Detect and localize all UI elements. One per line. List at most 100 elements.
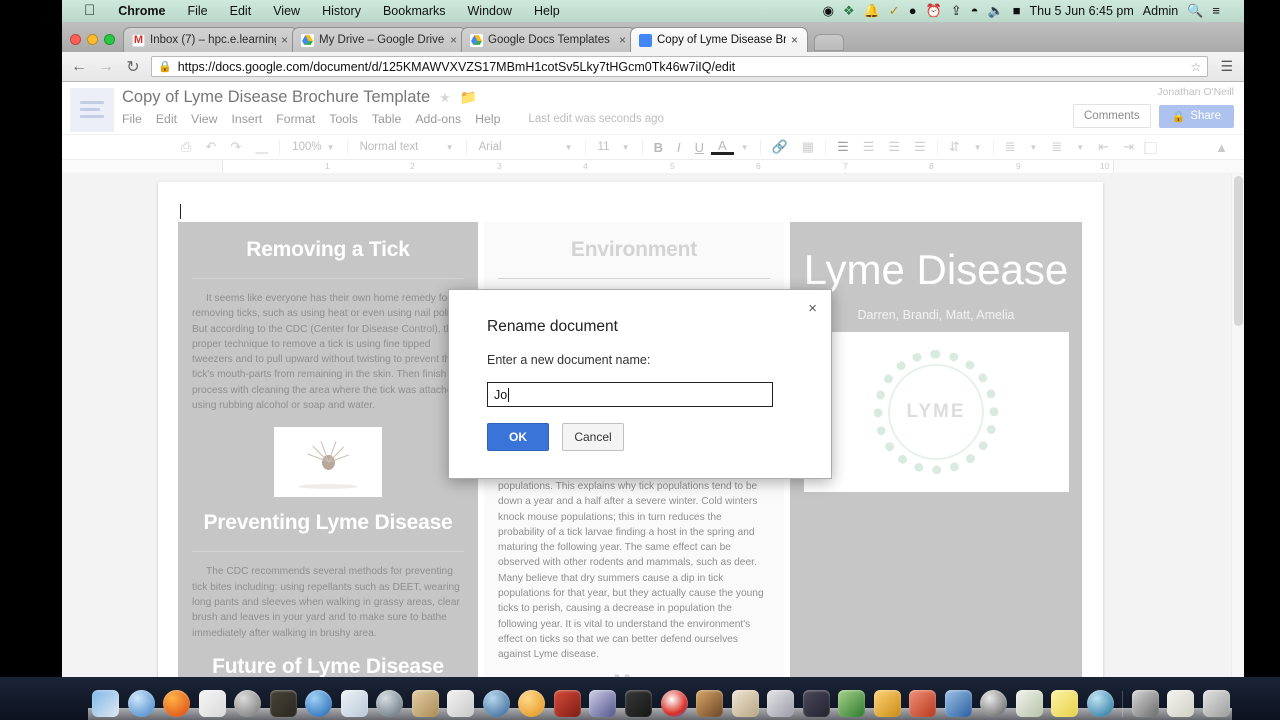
menu-item-bookmarks[interactable]: Bookmarks	[372, 0, 457, 22]
outlook-icon[interactable]	[873, 690, 901, 717]
clear-formatting-icon[interactable]: ⃞	[1150, 138, 1164, 157]
docs-menu-format[interactable]: Format	[276, 112, 323, 126]
contacts-icon[interactable]	[411, 690, 439, 717]
docs-menu-addons[interactable]: Add-ons	[415, 112, 469, 126]
back-arrow-icon[interactable]: ←	[70, 58, 88, 76]
timemachine-icon[interactable]: ⏰	[926, 0, 942, 22]
battery-icon[interactable]: ■	[1013, 0, 1021, 22]
star-icon[interactable]: ☆	[1191, 60, 1202, 74]
chrome-icon[interactable]	[660, 690, 688, 717]
terminal-icon[interactable]	[269, 690, 297, 717]
bluetooth-icon[interactable]: ⇪	[951, 0, 962, 22]
star-outline-icon[interactable]: ★	[439, 90, 451, 106]
docs-menu-help[interactable]: Help	[475, 112, 508, 126]
wifi-icon[interactable]: ◓	[971, 0, 979, 22]
menu-item-edit[interactable]: Edit	[219, 0, 263, 22]
paragraph-style-selector[interactable]: Normal text ▼	[352, 141, 462, 153]
collapse-toolbar-icon[interactable]: ▲	[1215, 140, 1228, 155]
menu-bar-clock[interactable]: Thu 5 Jun 6:45 pm	[1030, 4, 1134, 18]
stack-icon[interactable]: ●	[909, 0, 917, 22]
redo-icon[interactable]: ↷	[223, 139, 248, 155]
close-tab-icon[interactable]: ×	[791, 33, 801, 47]
bold-button[interactable]: B	[647, 140, 670, 155]
close-icon[interactable]: ×	[808, 300, 817, 317]
garageband-icon[interactable]	[696, 690, 724, 717]
chevron-down-icon[interactable]: ▼	[734, 143, 756, 152]
stickies-icon[interactable]	[1051, 690, 1079, 717]
zoom-selector[interactable]: 100% ▼	[284, 141, 342, 153]
account-name[interactable]: Jonathan O'Neill	[1073, 86, 1234, 98]
chevron-down-icon[interactable]: ▼	[967, 143, 989, 152]
docs-menu-file[interactable]: File	[122, 112, 150, 126]
line-spacing-icon[interactable]: ⇵	[942, 139, 967, 155]
safari-icon[interactable]	[127, 690, 155, 717]
maximize-window-button[interactable]	[104, 34, 115, 45]
document-scrollbar[interactable]	[1231, 174, 1244, 677]
paint-format-icon[interactable]: ⎽	[248, 139, 275, 155]
menu-item-view[interactable]: View	[262, 0, 311, 22]
decrease-indent-icon[interactable]: ⇤	[1091, 139, 1116, 155]
docs-menu-insert[interactable]: Insert	[231, 112, 270, 126]
docs-menu-table[interactable]: Table	[372, 112, 409, 126]
google-docs-logo[interactable]	[70, 88, 114, 132]
menu-item-window[interactable]: Window	[457, 0, 523, 22]
menu-item-history[interactable]: History	[311, 0, 372, 22]
finder-icon[interactable]	[92, 690, 119, 717]
ok-button[interactable]: OK	[487, 423, 549, 451]
bullet-list-icon[interactable]: ≣	[1044, 139, 1069, 155]
documents-stack-icon[interactable]	[1167, 690, 1195, 717]
insert-image-icon[interactable]: ▦	[795, 139, 821, 155]
calculator-icon[interactable]	[447, 690, 475, 717]
excel-icon[interactable]	[838, 690, 866, 717]
undo-icon[interactable]: ↶	[198, 139, 223, 155]
close-tab-icon[interactable]: ×	[450, 33, 460, 47]
dropbox-icon[interactable]: ❖	[843, 0, 855, 22]
pages-icon[interactable]	[1015, 690, 1043, 717]
imovie-icon[interactable]	[589, 690, 617, 717]
font-size-selector[interactable]: 11 ▼	[590, 141, 638, 153]
print-icon[interactable]: ⎙	[174, 139, 198, 155]
keynote-icon[interactable]	[767, 690, 795, 717]
docs-menu-tools[interactable]: Tools	[329, 112, 366, 126]
quicktime-icon[interactable]	[376, 690, 404, 717]
menu-item-file[interactable]: File	[176, 0, 218, 22]
apple-icon[interactable]: 	[78, 0, 107, 22]
mail-icon[interactable]	[731, 690, 759, 717]
align-center-icon[interactable]: ☰	[856, 139, 882, 155]
xcode-icon[interactable]	[234, 690, 262, 717]
forward-arrow-icon[interactable]: →	[97, 58, 115, 76]
align-justify-icon[interactable]: ☰	[907, 139, 933, 155]
document-ruler[interactable]: 1 2 3 4 5 6 7 8 9 10	[62, 160, 1244, 174]
notification-center-icon[interactable]: ≡	[1212, 0, 1220, 22]
text-color-button[interactable]: A	[710, 139, 734, 155]
new-tab-button[interactable]	[814, 34, 844, 51]
finalcut-icon[interactable]	[624, 690, 652, 717]
menu-bar-user[interactable]: Admin	[1143, 4, 1178, 18]
comments-button[interactable]: Comments	[1073, 104, 1151, 128]
systemprefs-icon[interactable]	[980, 690, 1008, 717]
facetime-icon[interactable]	[482, 690, 510, 717]
printer-icon[interactable]	[1131, 690, 1159, 717]
photoshop-icon[interactable]	[802, 690, 830, 717]
align-right-icon[interactable]: ☰	[881, 139, 907, 155]
italic-button[interactable]: I	[670, 140, 688, 155]
launchpad-icon[interactable]	[198, 690, 226, 717]
menu-item-chrome[interactable]: Chrome	[107, 0, 176, 22]
firefox-icon[interactable]	[163, 690, 191, 717]
menu-item-help[interactable]: Help	[523, 0, 571, 22]
minimize-window-button[interactable]	[87, 34, 98, 45]
spotlight-search-icon[interactable]: 🔍	[1187, 0, 1203, 22]
record-icon[interactable]: ◉	[823, 0, 834, 22]
chrome-menu-icon[interactable]: ☰	[1217, 58, 1236, 75]
browser-tab-copy-of-lyme-disease[interactable]: Copy of Lyme Disease Broc ×	[630, 27, 808, 52]
docs-menu-edit[interactable]: Edit	[156, 112, 185, 126]
last-edit-status[interactable]: Last edit was seconds ago	[528, 113, 664, 125]
browser-tab-drive[interactable]: My Drive – Google Drive ×	[292, 27, 467, 52]
ibooks-icon[interactable]	[518, 690, 546, 717]
cancel-button[interactable]: Cancel	[562, 423, 624, 451]
close-tab-icon[interactable]: ×	[619, 33, 629, 47]
browser-tab-docs-templates[interactable]: Google Docs Templates ×	[461, 27, 636, 52]
word-icon[interactable]	[944, 690, 972, 717]
preview-icon[interactable]	[340, 690, 368, 717]
close-tab-icon[interactable]: ×	[281, 33, 291, 47]
